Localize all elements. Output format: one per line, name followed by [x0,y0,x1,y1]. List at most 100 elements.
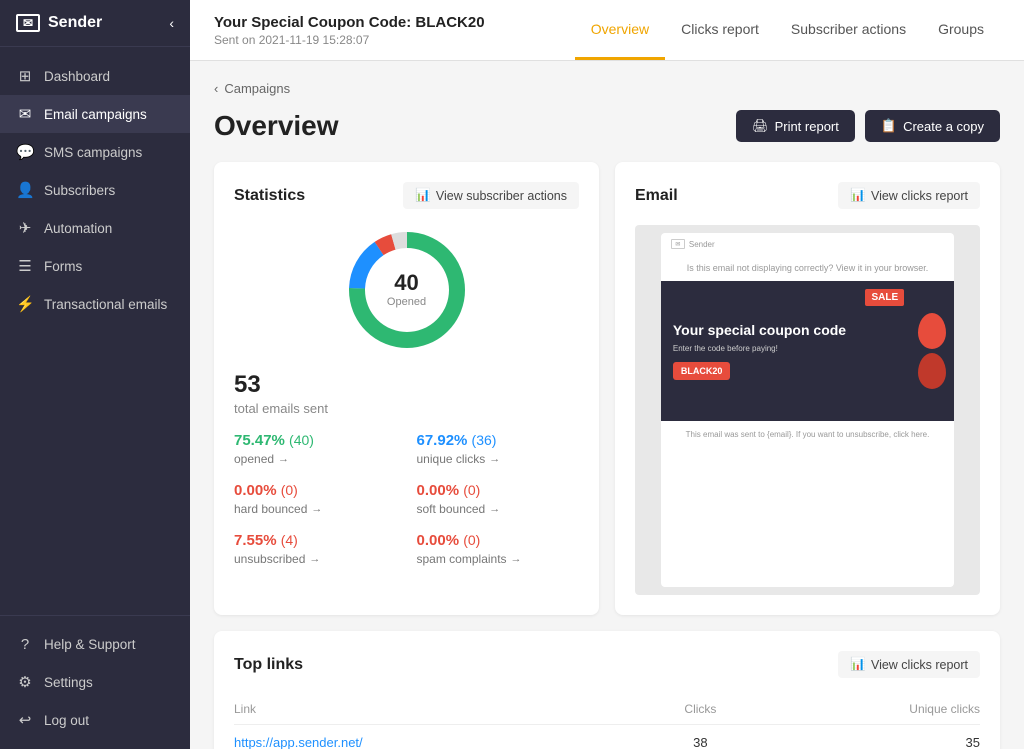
breadcrumb-arrow: ‹ [214,81,218,96]
sidebar-item-label: Dashboard [44,69,110,84]
tab-overview[interactable]: Overview [575,0,665,60]
stat-unsubscribed-label: unsubscribed → [234,552,397,566]
top-links-card: Top links 📊 View clicks report Link Clic… [214,631,1000,749]
email-card-header: Email 📊 View clicks report [635,182,980,209]
chart-icon: 📊 [415,188,431,203]
help-icon: ? [16,636,34,653]
email-banner-btn: BLACK20 [673,362,731,380]
donut-wrap: 40 Opened [342,225,472,355]
view-clicks-report-button[interactable]: 📊 View clicks report [838,182,980,209]
page-actions: 🖨 Print report 📋 Create a copy [736,110,1000,142]
stat-hard-bounced-label: hard bounced → [234,502,397,516]
print-icon: 🖨 [752,118,769,134]
sidebar-item-label: Forms [44,259,82,274]
email-preview-banner: Your special coupon code Enter the code … [661,281,954,421]
sidebar-item-logout[interactable]: ↩ Log out [0,701,190,739]
top-links-table: Link Clicks Unique clicks https://app.se… [234,694,980,749]
email-preview-inner: ✉ Sender Is this email not displaying co… [661,233,954,587]
main-content: Your Special Coupon Code: BLACK20 Sent o… [190,0,1024,749]
donut-center-label: Opened [387,296,426,308]
sidebar-item-label: SMS campaigns [44,145,142,160]
stats-total: 53 total emails sent [234,371,579,416]
stat-hard-bounced: 0.00% (0) hard bounced → [234,482,397,516]
topnav-campaign-info: Your Special Coupon Code: BLACK20 Sent o… [214,14,485,47]
stat-unique-clicks: 67.92% (36) unique clicks → [417,432,580,466]
sidebar-item-automation[interactable]: ✈ Automation [0,209,190,247]
donut-chart: 40 Opened [234,225,579,355]
email-campaigns-icon: ✉ [16,105,34,123]
transactional-icon: ⚡ [16,295,34,313]
page-header: Overview 🖨 Print report 📋 Create a copy [214,110,1000,142]
sidebar-item-email-campaigns[interactable]: ✉ Email campaigns [0,95,190,133]
table-header-row: Link Clicks Unique clicks [234,694,980,725]
logo-label: Sender [48,14,102,32]
sidebar-item-settings[interactable]: ⚙ Settings [0,663,190,701]
table-row: https://app.sender.net/ 38 35 [234,725,980,749]
email-preview: ✉ Sender Is this email not displaying co… [635,225,980,595]
sidebar-item-label: Email campaigns [44,107,147,122]
sidebar-item-label: Subscribers [44,183,115,198]
breadcrumb-label: Campaigns [224,81,290,96]
col-clicks: Clicks [649,694,752,725]
page-title: Overview [214,110,339,142]
logout-icon: ↩ [16,711,34,729]
email-banner-title: Your special coupon code [673,322,846,339]
cards-grid: Statistics 📊 View subscriber actions [214,162,1000,615]
email-card-title: Email [635,187,678,205]
email-banner-text: Your special coupon code Enter the code … [673,322,846,381]
sidebar-item-label: Settings [44,675,93,690]
view-clicks-report-bottom-button[interactable]: 📊 View clicks report [838,651,980,678]
top-links-title: Top links [234,656,303,674]
sidebar-item-forms[interactable]: ☰ Forms [0,247,190,285]
donut-center-number: 40 [387,272,426,294]
tab-subscriber-actions[interactable]: Subscriber actions [775,0,922,60]
tab-groups[interactable]: Groups [922,0,1000,60]
forms-icon: ☰ [16,257,34,275]
sidebar-nav: ⊞ Dashboard ✉ Email campaigns 💬 SMS camp… [0,47,190,615]
stat-spam-complaints-pct: 0.00% (0) [417,532,580,549]
stat-unsubscribed-pct: 7.55% (4) [234,532,397,549]
balloon-red [918,313,946,349]
stat-soft-bounced-label: soft bounced → [417,502,580,516]
topnav: Your Special Coupon Code: BLACK20 Sent o… [190,0,1024,61]
top-links-card-header: Top links 📊 View clicks report [234,651,980,678]
email-preview-top-text: Is this email not displaying correctly? … [661,255,954,281]
link-clicks: 38 [649,725,752,749]
sidebar-item-dashboard[interactable]: ⊞ Dashboard [0,57,190,95]
email-banner-badge: SALE [865,289,904,306]
sidebar-item-subscribers[interactable]: 👤 Subscribers [0,171,190,209]
email-sender-row: ✉ Sender [661,233,954,255]
link-url[interactable]: https://app.sender.net/ [234,725,649,749]
breadcrumb[interactable]: ‹ Campaigns [214,81,1000,96]
sidebar-item-help[interactable]: ? Help & Support [0,626,190,663]
settings-icon: ⚙ [16,673,34,691]
print-report-button[interactable]: 🖨 Print report [736,110,855,142]
view-subscriber-actions-button[interactable]: 📊 View subscriber actions [403,182,579,209]
campaign-title: Your Special Coupon Code: BLACK20 [214,14,485,31]
balloon-dark [918,353,946,389]
total-emails-label: total emails sent [234,401,579,416]
topnav-tabs: Overview Clicks report Subscriber action… [575,0,1000,60]
stats-grid: 75.47% (40) opened → 67.92% (36) [234,432,579,566]
sidebar-item-transactional[interactable]: ⚡ Transactional emails [0,285,190,323]
chart-icon: 📊 [850,188,866,203]
copy-icon: 📋 [881,118,897,134]
sender-name: Sender [689,240,715,249]
stat-spam-complaints: 0.00% (0) spam complaints → [417,532,580,566]
automation-icon: ✈ [16,219,34,237]
sidebar-item-label: Automation [44,221,112,236]
sidebar-collapse-button[interactable]: ‹ [169,15,174,31]
sidebar-item-label: Transactional emails [44,297,167,312]
stat-unique-clicks-label: unique clicks → [417,452,580,466]
sms-campaigns-icon: 💬 [16,143,34,161]
tab-clicks-report[interactable]: Clicks report [665,0,775,60]
create-copy-button[interactable]: 📋 Create a copy [865,110,1000,142]
donut-center: 40 Opened [387,272,426,308]
sidebar: Sender ‹ ⊞ Dashboard ✉ Email campaigns 💬… [0,0,190,749]
sidebar-item-sms-campaigns[interactable]: 💬 SMS campaigns [0,133,190,171]
sender-logo-small: ✉ [671,239,685,249]
stat-soft-bounced: 0.00% (0) soft bounced → [417,482,580,516]
dashboard-icon: ⊞ [16,67,34,85]
email-preview-footer: This email was sent to {email}. If you w… [661,421,954,449]
stat-opened-pct: 75.47% (40) [234,432,397,449]
